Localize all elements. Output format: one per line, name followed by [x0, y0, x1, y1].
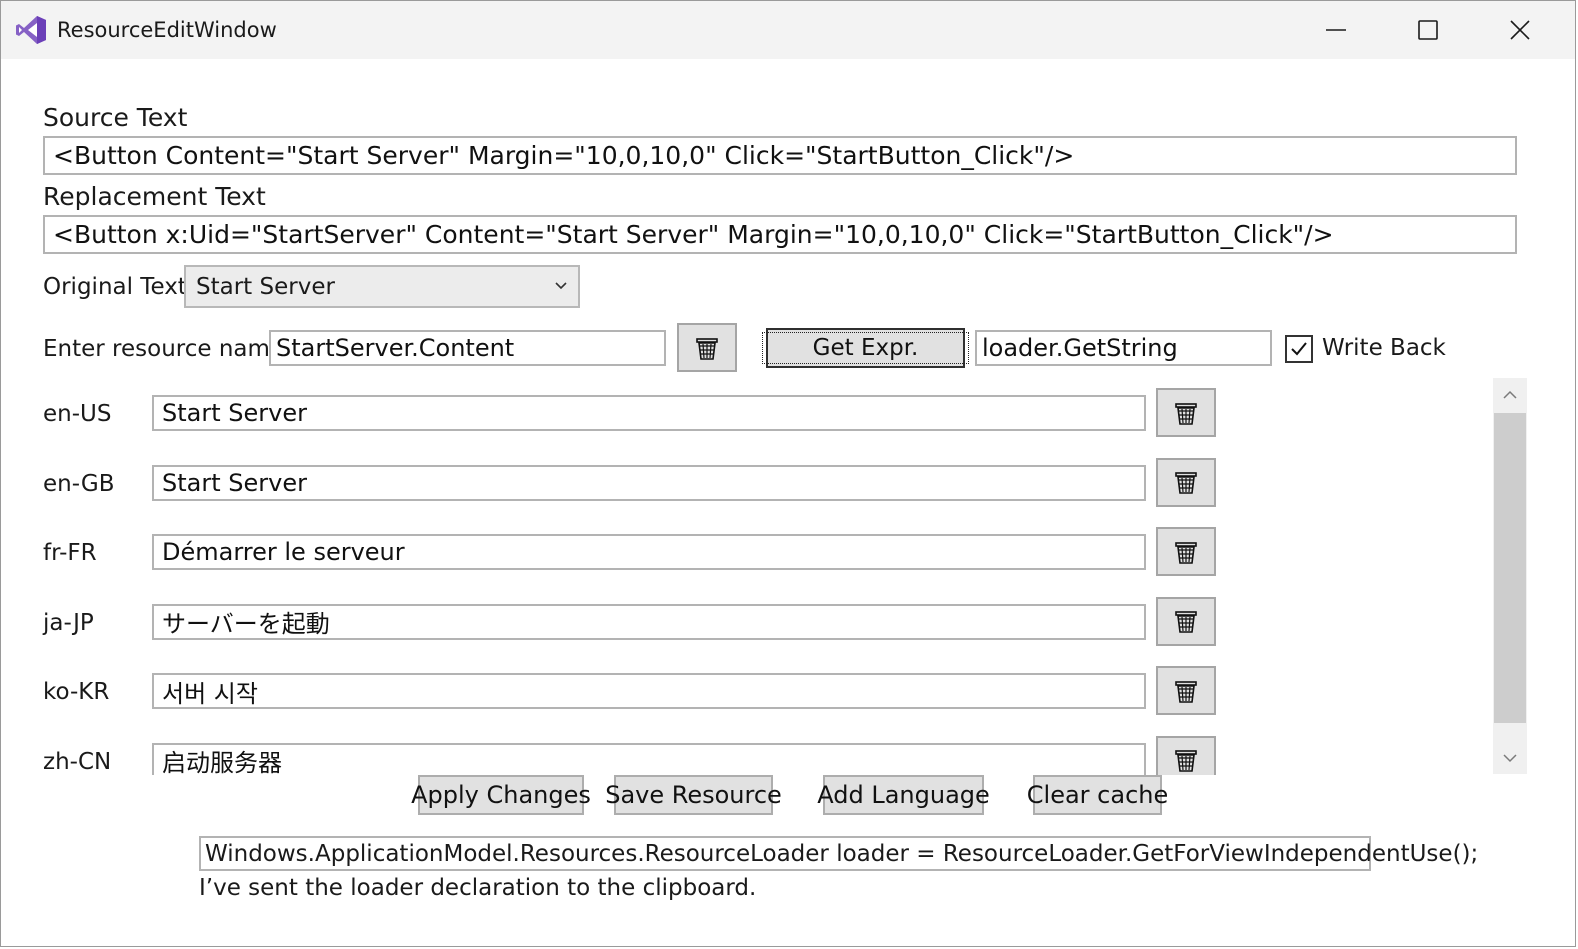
minimize-icon [1326, 29, 1346, 31]
write-back-checkbox[interactable] [1285, 335, 1313, 363]
replacement-text-label: Replacement Text [43, 182, 266, 211]
save-resource-button[interactable]: Save Resource [605, 775, 782, 815]
trash-icon [1175, 611, 1197, 633]
chevron-down-icon[interactable] [1502, 750, 1518, 766]
add-language-button[interactable]: Add Language [817, 775, 990, 815]
trash-icon [1175, 472, 1197, 494]
get-expr-label: Get Expr. [761, 332, 970, 364]
original-text-label: Original Text [43, 274, 187, 300]
source-text-label: Source Text [43, 103, 188, 132]
source-text-input[interactable]: <Button Content="Start Server" Margin="1… [43, 136, 1517, 175]
list-item: ko-KR 서버 시작 [1, 657, 1531, 717]
language-code: ko-KR [43, 679, 110, 705]
language-code: en-US [43, 401, 112, 427]
get-expr-button[interactable]: Get Expr. [761, 328, 970, 368]
delete-language-button[interactable] [1156, 596, 1216, 646]
translation-input[interactable]: Start Server [152, 395, 1146, 431]
expression-input[interactable]: loader.GetString [975, 330, 1272, 366]
list-item: zh-CN 启动服务器 [1, 727, 1531, 775]
maximize-button[interactable] [1398, 9, 1458, 51]
write-back-label: Write Back [1322, 335, 1446, 361]
translation-input[interactable]: Démarrer le serveur [152, 534, 1146, 570]
chevron-up-icon[interactable] [1502, 387, 1518, 403]
translation-input[interactable]: Start Server [152, 464, 1146, 501]
trash-icon [696, 337, 718, 360]
list-item: ja-JP サーバーを起動 [1, 588, 1531, 648]
trash-icon [1175, 541, 1197, 564]
clear-cache-button[interactable]: Clear cache [1027, 775, 1168, 815]
delete-language-button[interactable] [1156, 457, 1216, 507]
status-message: I’ve sent the loader declaration to the … [199, 875, 757, 901]
language-code: en-GB [43, 470, 115, 497]
scrollbar-thumb[interactable] [1494, 413, 1526, 723]
delete-resource-button[interactable] [677, 323, 737, 372]
language-code: ja-JP [43, 609, 94, 636]
title-bar[interactable]: ResourceEditWindow [1, 1, 1575, 59]
close-icon [1510, 20, 1530, 40]
translation-input[interactable]: 서버 시작 [152, 673, 1146, 709]
close-button[interactable] [1490, 9, 1550, 51]
minimize-button[interactable] [1306, 9, 1366, 51]
language-code: zh-CN [43, 748, 112, 775]
loader-declaration-field[interactable]: Windows.ApplicationModel.Resources.Resou… [199, 836, 1478, 871]
language-list-scrollbar[interactable] [1493, 378, 1527, 774]
translation-input[interactable]: 启动服务器 [152, 742, 1146, 775]
original-text-selected: Start Server [196, 273, 335, 300]
window-title: ResourceEditWindow [57, 18, 277, 42]
language-list: en-US Start Server en-GB Start Server fr… [1, 379, 1531, 775]
visual-studio-icon [16, 16, 46, 44]
trash-icon [1175, 750, 1197, 772]
resource-name-label: Enter resource name [43, 336, 285, 362]
chevron-down-icon [555, 282, 567, 290]
apply-changes-button[interactable]: Apply Changes [411, 775, 591, 815]
delete-language-button[interactable] [1156, 735, 1216, 775]
delete-language-button[interactable] [1156, 388, 1216, 437]
trash-icon [1175, 402, 1197, 425]
resource-name-input[interactable]: StartServer.Content [269, 330, 666, 366]
checkmark-icon [1291, 342, 1307, 356]
trash-icon [1175, 680, 1197, 703]
replacement-text-input[interactable]: <Button x:Uid="StartServer" Content="Sta… [43, 215, 1517, 254]
original-text-dropdown[interactable]: Start Server [184, 265, 580, 308]
list-item: en-US Start Server [1, 379, 1531, 439]
list-item: en-GB Start Server [1, 449, 1531, 509]
language-code: fr-FR [43, 540, 97, 566]
maximize-icon [1418, 20, 1438, 40]
translation-input[interactable]: サーバーを起動 [152, 603, 1146, 640]
delete-language-button[interactable] [1156, 666, 1216, 715]
resource-edit-window: ResourceEditWindow Source Text <Button C… [0, 0, 1576, 947]
list-item: fr-FR Démarrer le serveur [1, 518, 1531, 578]
delete-language-button[interactable] [1156, 527, 1216, 576]
